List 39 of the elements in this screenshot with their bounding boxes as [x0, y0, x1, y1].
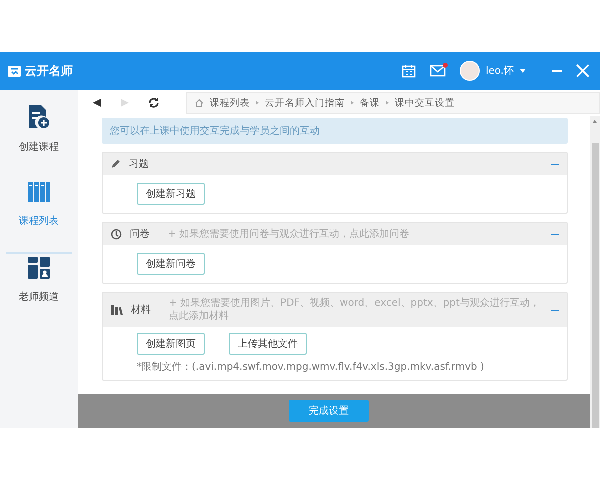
logo-icon: [8, 66, 21, 76]
create-button[interactable]: 上传其他文件: [229, 333, 307, 355]
back-icon[interactable]: [92, 98, 102, 108]
document-plus-icon: [27, 104, 51, 130]
scrollbar[interactable]: [590, 116, 600, 428]
clock-icon: [111, 228, 122, 240]
books-icon: [111, 305, 123, 315]
file-limit-note: *限制文件：(.avi.mp4.swf.mov.mpg.wmv.flv.f4v.xls.3gp.mkv.asf.rmvb ): [137, 360, 484, 374]
create-button[interactable]: 创建新习题: [137, 183, 205, 205]
sidebar-item[interactable]: 课程列表: [6, 178, 72, 254]
home-icon: [195, 98, 204, 108]
section-title: 习题: [129, 158, 149, 171]
refresh-icon[interactable]: [148, 97, 160, 109]
create-button[interactable]: 创建新问卷: [137, 253, 205, 275]
chevron-icon: [256, 101, 259, 105]
sidebar-item[interactable]: 创建课程: [6, 102, 72, 178]
info-banner: 您可以在上课中使用交互完成与学员之间的互动: [102, 118, 568, 144]
breadcrumb-link[interactable]: 课中交互设置: [395, 96, 455, 110]
mail-icon[interactable]: [430, 65, 446, 77]
user-name: leo.怀: [486, 64, 514, 78]
avatar[interactable]: [460, 61, 480, 81]
books-icon: [27, 180, 51, 204]
caret-icon[interactable]: [520, 69, 526, 73]
create-button[interactable]: 创建新图页: [137, 333, 205, 355]
breadcrumb-link[interactable]: 备课: [360, 96, 380, 110]
app-title: 云开名师: [25, 62, 73, 80]
envelope-icon: [430, 65, 446, 77]
chevron-icon: [351, 101, 354, 105]
chevron-icon: [386, 101, 389, 105]
finish-button[interactable]: 完成设置: [289, 400, 369, 422]
breadcrumb-link[interactable]: 课程列表: [210, 96, 250, 110]
close-icon[interactable]: [576, 64, 590, 78]
pencil-icon: [111, 159, 121, 169]
grid-person-icon: [27, 256, 51, 280]
breadcrumb-link[interactable]: 云开名师入门指南: [265, 96, 345, 110]
calendar-icon[interactable]: [402, 64, 416, 78]
section-title: 问卷: [130, 228, 150, 241]
sidebar-item[interactable]: 老师频道: [6, 254, 72, 330]
section-title: 材料: [131, 304, 151, 317]
